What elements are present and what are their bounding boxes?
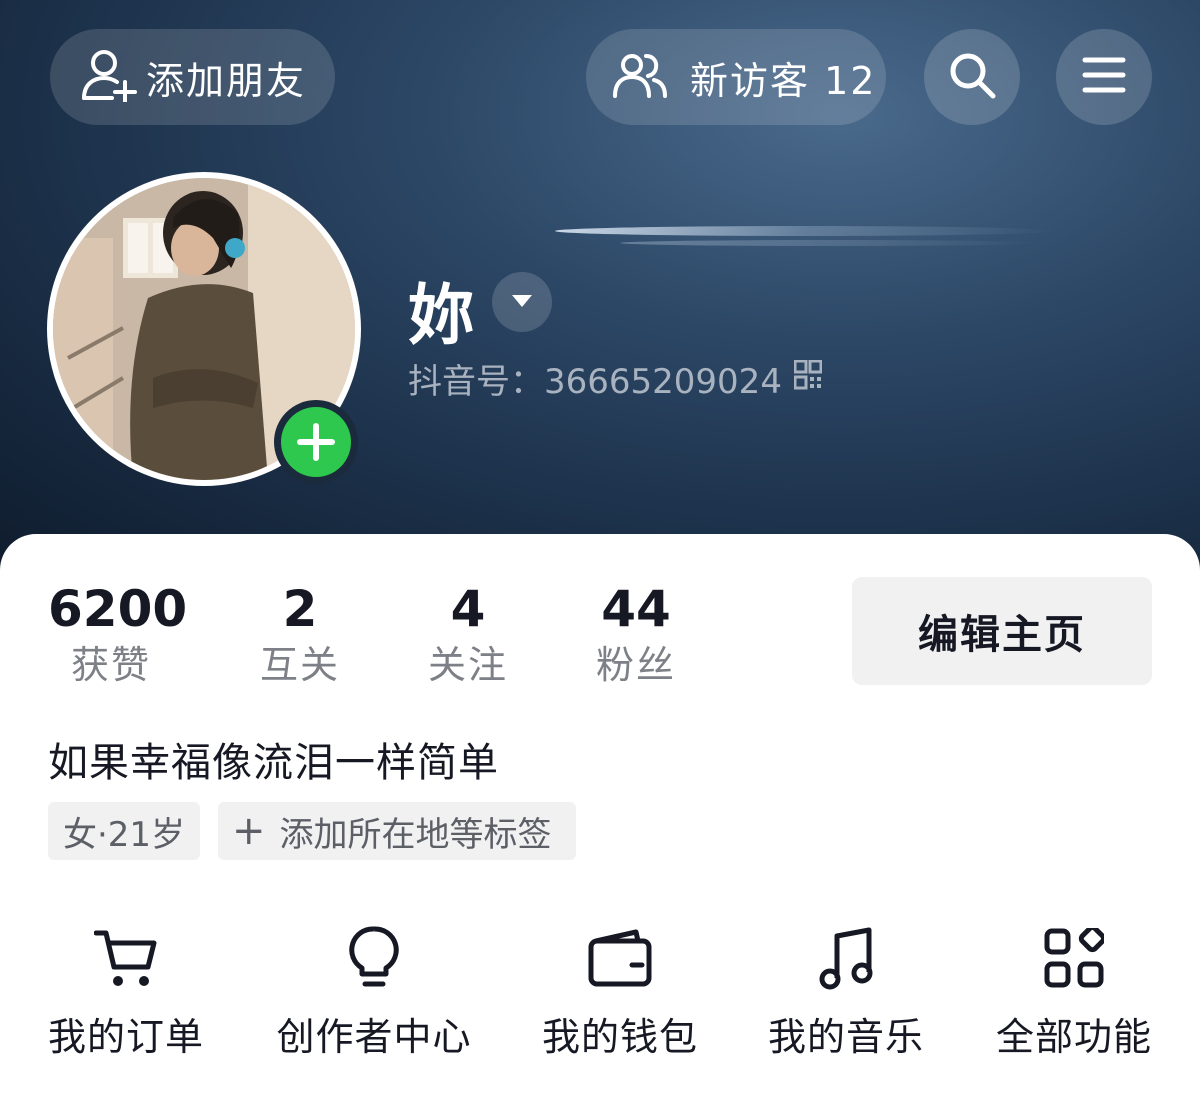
stat-mutual-label: 互关 [259,643,340,687]
cover-light-streak [555,226,1055,236]
profile-bio: 如果幸福像流泪一样简单 [48,740,499,786]
func-creator-center[interactable]: 创作者中心 [274,922,474,1061]
func-label: 创作者中心 [276,1015,472,1059]
gender-age-tag[interactable]: 女·21岁 [48,802,200,860]
stat-likes-value: 6200 [48,580,188,638]
add-friend-button[interactable]: 添加朋友 [50,29,335,125]
func-my-orders[interactable]: 我的订单 [26,922,226,1061]
menu-icon [1082,56,1126,98]
stat-followers[interactable]: 44 粉丝 [586,578,686,690]
func-label: 我的钱包 [541,1015,698,1059]
func-label: 我的订单 [47,1015,204,1059]
caret-down-icon [511,293,533,312]
stat-following-value: 4 [450,580,486,638]
func-my-music[interactable]: 我的音乐 [746,922,946,1061]
plus-icon: + [232,808,266,854]
bulb-icon [274,922,474,994]
func-my-wallet[interactable]: 我的钱包 [520,922,720,1061]
profile-nickname: 妳 [408,277,474,354]
stat-likes[interactable]: 6200 获赞 [48,578,188,690]
stat-followers-label: 粉丝 [595,643,676,687]
func-label: 全部功能 [995,1015,1152,1059]
cover-light-streak-faint [620,240,1040,246]
edit-profile-button[interactable]: 编辑主页 [852,577,1152,685]
add-tag-label: 添加所在地等标签 [279,814,552,855]
add-user-icon [80,48,138,106]
douyin-id-text: 抖音号：36665209024 [408,362,782,402]
music-icon [746,922,946,994]
grid-icon [974,922,1174,994]
plus-icon [281,407,351,477]
add-tag-button[interactable]: + 添加所在地等标签 [218,802,576,860]
stat-mutual-value: 2 [282,580,318,638]
stat-likes-label: 获赞 [70,643,151,687]
douyin-id[interactable]: 抖音号：36665209024 [408,354,823,403]
cart-icon [26,922,226,994]
account-switch-button[interactable] [492,272,552,332]
wallet-icon [520,922,720,994]
new-visitors-button[interactable]: 新访客 12 [586,29,886,125]
menu-button[interactable] [1056,29,1152,125]
search-icon [947,50,997,104]
func-all-features[interactable]: 全部功能 [974,922,1174,1061]
stat-followers-value: 44 [601,580,671,638]
qr-code-icon[interactable] [793,359,823,399]
users-icon [612,52,668,102]
add-friend-label: 添加朋友 [146,58,307,103]
stat-mutual[interactable]: 2 互关 [250,578,350,690]
search-button[interactable] [924,29,1020,125]
add-avatar-button[interactable] [274,400,358,484]
func-label: 我的音乐 [767,1015,924,1059]
stat-following-label: 关注 [427,643,508,687]
new-visitors-label: 新访客 12 [690,58,877,103]
stat-following[interactable]: 4 关注 [418,578,518,690]
